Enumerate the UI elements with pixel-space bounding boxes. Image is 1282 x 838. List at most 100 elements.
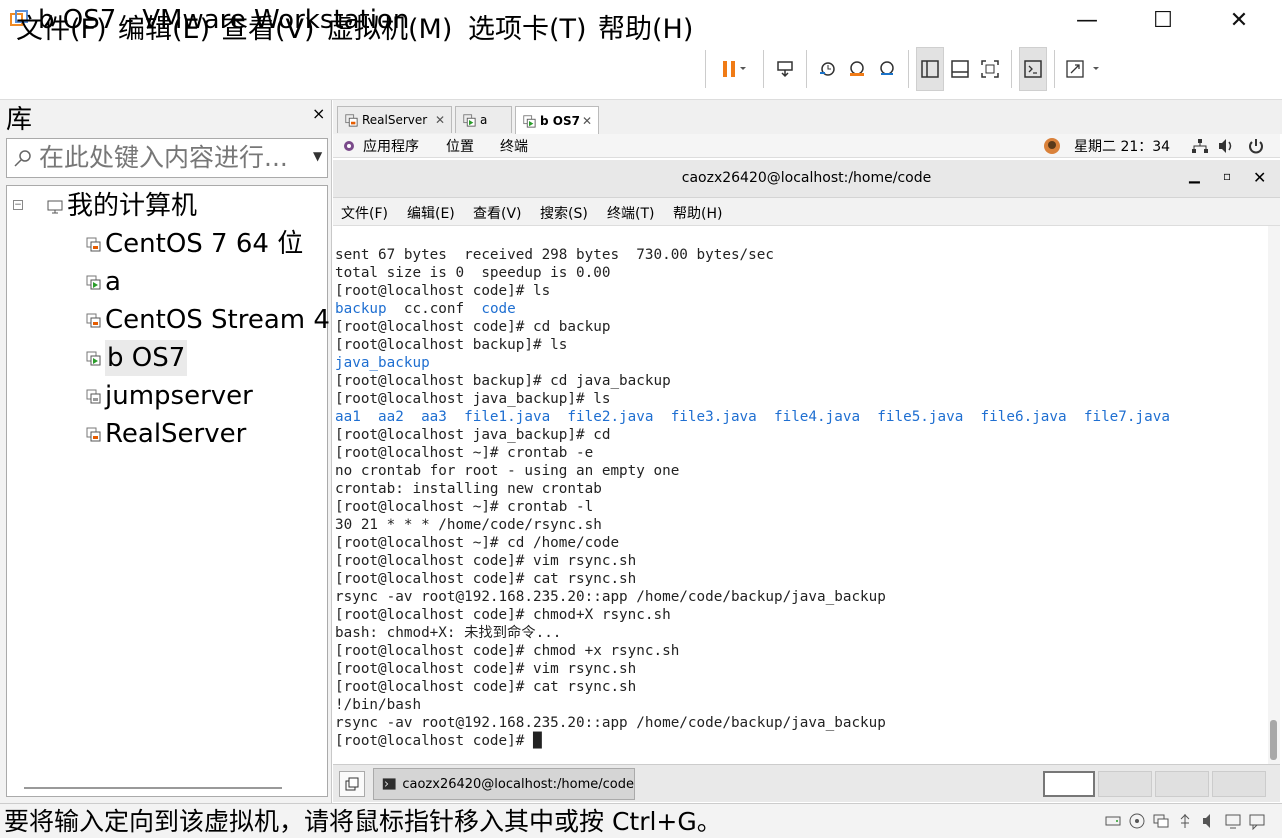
status-message: 要将输入定向到该虚拟机，请将鼠标指针移入其中或按 Ctrl+G。 <box>4 807 722 836</box>
terminal-text: [root@localhost code]# vim rsync.sh <box>335 553 637 569</box>
pause-icon <box>723 61 746 77</box>
terminal-output[interactable]: sent 67 bytes received 298 bytes 730.00 … <box>333 226 1280 764</box>
close-button[interactable]: ✕ <box>1216 0 1262 40</box>
vm-label: b OS7 <box>105 340 188 376</box>
terminal-text: [root@localhost code]# cat rsync.sh <box>335 679 637 695</box>
pause-button[interactable] <box>712 47 756 91</box>
tab-label: b OS7 <box>540 113 580 128</box>
library-vm-item-selected[interactable]: b OS7 <box>85 340 188 376</box>
minimize-button[interactable]: — <box>1064 0 1110 40</box>
menu-edit[interactable]: 编辑(E) <box>118 10 210 50</box>
menu-file[interactable]: 文件(F) <box>16 10 107 50</box>
chevron-down-icon[interactable]: ▼ <box>313 149 322 163</box>
workspace-4[interactable] <box>1212 771 1266 797</box>
terminal-close-button[interactable]: ✕ <box>1253 168 1266 187</box>
library-search-field[interactable]: 在此处键入内容进行... ▼ <box>6 138 328 178</box>
network-adapter-icon[interactable] <box>1152 812 1170 830</box>
close-tab-icon[interactable]: ✕ <box>582 114 592 128</box>
power-icon[interactable] <box>1247 137 1265 155</box>
library-view-button[interactable] <box>916 47 944 91</box>
terminal-text: [root@localhost code]# cd backup <box>335 319 611 335</box>
terminal-text: [root@localhost ~]# crontab -l <box>335 499 594 515</box>
taskbar-window-label: caozx26420@localhost:/home/code <box>402 776 634 792</box>
message-log-icon[interactable] <box>1248 812 1266 830</box>
terminal-menu-search[interactable]: 搜索(S) <box>540 203 588 223</box>
stretch-button[interactable] <box>1062 47 1104 91</box>
terminal-scrollbar[interactable] <box>1268 226 1280 764</box>
network-icon[interactable] <box>1191 138 1209 154</box>
terminal-text: !/bin/bash <box>335 697 422 713</box>
menu-vm[interactable]: 虚拟机(M) <box>327 10 452 50</box>
terminal-line: crontab: installing new crontab <box>335 480 1170 498</box>
fullscreen-button[interactable] <box>976 47 1004 91</box>
terminal-menu-terminal[interactable]: 终端(T) <box>607 203 654 223</box>
terminal-line: [root@localhost code]# cat rsync.sh <box>335 570 1170 588</box>
send-keys-button[interactable] <box>770 47 800 91</box>
terminal-text: cc.conf <box>386 301 482 317</box>
maximize-button[interactable]: ☐ <box>1140 0 1186 40</box>
library-horizontal-scrollbar[interactable] <box>24 787 282 789</box>
terminal-line: [root@localhost code]# cd backup <box>335 318 1170 336</box>
library-close-button[interactable]: × <box>312 104 325 123</box>
vm-icon <box>86 427 101 442</box>
terminal-line: [root@localhost code]# vim rsync.sh <box>335 660 1170 678</box>
library-vm-item[interactable]: CentOS Stream 4 <box>85 302 330 338</box>
revert-snapshot-button[interactable] <box>843 47 871 91</box>
guest-menu-terminal[interactable]: 终端 <box>500 136 528 156</box>
guest-menu-places[interactable]: 位置 <box>446 136 474 156</box>
manage-snapshots-button[interactable] <box>873 47 901 91</box>
terminal-scrollbar-thumb[interactable] <box>1270 720 1277 760</box>
terminal-menu-view[interactable]: 查看(V) <box>473 203 522 223</box>
cd-dvd-icon[interactable] <box>1128 812 1146 830</box>
menu-help[interactable]: 帮助(H) <box>598 10 693 50</box>
terminal-line: [root@localhost code]# █ <box>335 732 1170 750</box>
vm-icon <box>86 237 101 252</box>
taskbar-terminal-window[interactable]: caozx26420@localhost:/home/code <box>373 768 635 800</box>
library-title: 库 <box>6 105 33 135</box>
terminal-menu-edit[interactable]: 编辑(E) <box>407 203 455 223</box>
terminal-text: java_backup <box>335 355 430 371</box>
tab-realserver[interactable]: RealServer ✕ <box>337 106 452 133</box>
tab-b-os7[interactable]: b OS7 ✕ <box>515 106 599 134</box>
tab-a[interactable]: a <box>455 106 512 133</box>
usb-icon[interactable] <box>1176 812 1194 830</box>
guest-menu-applications[interactable]: 应用程序 <box>363 136 419 156</box>
terminal-minimize-button[interactable]: ▁ <box>1189 168 1200 184</box>
terminal-text: total size is 0 speedup is 0.00 <box>335 265 611 281</box>
terminal-text: sent 67 bytes received 298 bytes 730.00 … <box>335 247 774 263</box>
terminal-line: no crontab for root - using an empty one <box>335 462 1170 480</box>
show-desktop-button[interactable] <box>339 771 365 797</box>
console-view-button[interactable] <box>1019 47 1047 91</box>
terminal-text: [root@localhost code]# cat rsync.sh <box>335 571 637 587</box>
thumbnail-view-icon <box>951 60 969 78</box>
menu-view[interactable]: 查看(V) <box>221 10 315 50</box>
close-tab-icon[interactable]: ✕ <box>435 113 445 127</box>
menu-tabs[interactable]: 选项卡(T) <box>468 10 587 50</box>
terminal-menu-file[interactable]: 文件(F) <box>341 203 388 223</box>
library-vm-item[interactable]: a <box>85 264 121 300</box>
hard-disk-icon[interactable] <box>1104 812 1122 830</box>
vm-running-icon <box>463 114 476 127</box>
terminal-lines: sent 67 bytes received 298 bytes 730.00 … <box>335 246 1170 750</box>
thumbnail-view-button[interactable] <box>946 47 974 91</box>
guest-clock[interactable]: 星期二 21：34 <box>1074 136 1170 156</box>
library-vm-item[interactable]: CentOS 7 64 位 <box>85 226 303 262</box>
snapshot-button[interactable] <box>813 47 841 91</box>
display-icon[interactable] <box>1224 812 1242 830</box>
workspace-1[interactable] <box>1043 771 1095 797</box>
terminal-line: [root@localhost code]# vim rsync.sh <box>335 552 1170 570</box>
library-vm-item[interactable]: RealServer <box>85 416 246 452</box>
workspace-3[interactable] <box>1155 771 1209 797</box>
terminal-menu-help[interactable]: 帮助(H) <box>673 203 722 223</box>
library-vm-item[interactable]: jumpserver <box>85 378 253 414</box>
library-view-icon <box>921 60 939 78</box>
terminal-maximize-button[interactable]: ▫ <box>1223 169 1231 183</box>
collapse-toggle-icon[interactable]: − <box>13 200 23 210</box>
terminal-icon <box>382 778 396 790</box>
workspace-2[interactable] <box>1098 771 1152 797</box>
guest-top-bar: 应用程序 位置 终端 星期二 21：34 <box>333 134 1280 158</box>
volume-icon[interactable] <box>1217 138 1235 154</box>
sound-card-icon[interactable] <box>1200 812 1218 830</box>
terminal-text: backup <box>335 301 387 317</box>
tree-root-my-computer[interactable]: 我的计算机 <box>67 188 197 224</box>
